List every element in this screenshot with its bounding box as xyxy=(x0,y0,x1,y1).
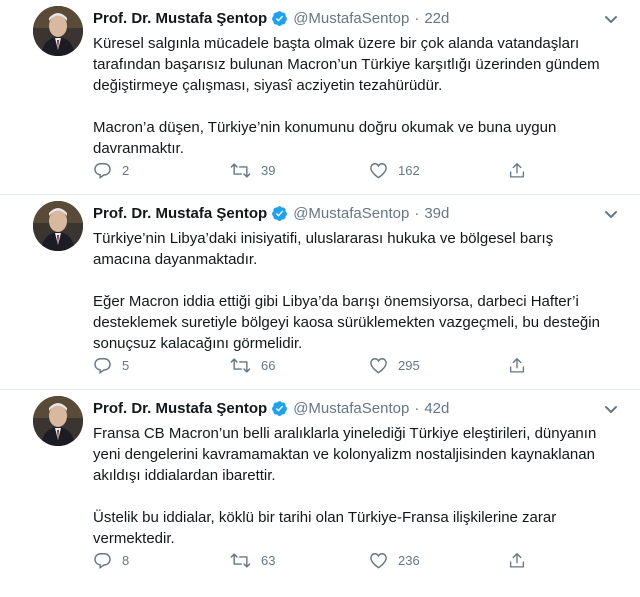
verified-badge-icon xyxy=(271,205,288,222)
verified-badge-icon xyxy=(271,10,288,27)
like-count: 295 xyxy=(398,357,420,373)
share-button[interactable] xyxy=(508,550,526,570)
retweet-icon xyxy=(230,356,251,375)
reply-icon xyxy=(93,356,112,375)
author-name[interactable]: Prof. Dr. Mustafa Şentop xyxy=(93,205,267,222)
reply-icon xyxy=(93,161,112,180)
separator-dot: · xyxy=(414,204,420,222)
like-count: 162 xyxy=(398,162,420,178)
verified-badge-icon xyxy=(271,400,288,417)
reply-count: 5 xyxy=(122,357,130,373)
tweet-text: Türkiye’nin Libya’daki inisiyatifi, ulus… xyxy=(93,228,613,354)
chevron-down-icon[interactable] xyxy=(604,12,618,23)
author-name[interactable]: Prof. Dr. Mustafa Şentop xyxy=(93,10,267,27)
like-button[interactable]: 236 xyxy=(369,550,420,570)
chevron-down-icon[interactable] xyxy=(604,402,618,413)
tweet[interactable]: Prof. Dr. Mustafa Şentop @MustafaSentop … xyxy=(0,390,640,585)
like-button[interactable]: 295 xyxy=(369,355,420,375)
tweet-paragraph: Küresel salgınla mücadele başta olmak üz… xyxy=(93,35,600,94)
tweet-paragraph: Türkiye’nin Libya’daki inisiyatifi, ulus… xyxy=(93,230,554,268)
retweet-button[interactable]: 66 xyxy=(230,355,275,375)
tweet-timestamp[interactable]: 39d xyxy=(424,205,449,222)
tweet-header: Prof. Dr. Mustafa Şentop @MustafaSentop … xyxy=(93,398,610,418)
tweet-actions: 8 63 236 xyxy=(93,550,543,570)
reply-count: 8 xyxy=(122,552,130,568)
reply-count: 2 xyxy=(122,162,130,178)
tweet-header: Prof. Dr. Mustafa Şentop @MustafaSentop … xyxy=(93,8,610,28)
tweet-timestamp[interactable]: 42d xyxy=(424,400,449,417)
heart-icon xyxy=(369,551,388,570)
reply-button[interactable]: 5 xyxy=(93,355,129,375)
tweet[interactable]: Prof. Dr. Mustafa Şentop @MustafaSentop … xyxy=(0,0,640,195)
reply-button[interactable]: 8 xyxy=(93,550,129,570)
separator-dot: · xyxy=(414,399,420,417)
heart-icon xyxy=(369,161,388,180)
like-button[interactable]: 162 xyxy=(369,160,420,180)
tweet-text: Fransa CB Macron’un belli aralıklarla yi… xyxy=(93,423,613,549)
reply-button[interactable]: 2 xyxy=(93,160,129,180)
share-icon xyxy=(508,356,526,375)
share-icon xyxy=(508,551,526,570)
tweet-actions: 5 66 295 xyxy=(93,355,543,375)
like-count: 236 xyxy=(398,552,420,568)
tweet-paragraph: Üstelik bu iddialar, köklü bir tarihi ol… xyxy=(93,509,557,547)
share-icon xyxy=(508,161,526,180)
retweet-button[interactable]: 39 xyxy=(230,160,275,180)
retweet-count: 39 xyxy=(261,162,276,178)
chevron-down-icon[interactable] xyxy=(604,207,618,218)
heart-icon xyxy=(369,356,388,375)
retweet-count: 66 xyxy=(261,357,276,373)
share-button[interactable] xyxy=(508,355,526,375)
share-button[interactable] xyxy=(508,160,526,180)
author-handle[interactable]: @MustafaSentop xyxy=(293,205,409,222)
tweet-actions: 2 39 162 xyxy=(93,160,543,180)
retweet-button[interactable]: 63 xyxy=(230,550,275,570)
tweet-text: Küresel salgınla mücadele başta olmak üz… xyxy=(93,33,613,159)
retweet-icon xyxy=(230,551,251,570)
author-name[interactable]: Prof. Dr. Mustafa Şentop xyxy=(93,400,267,417)
avatar[interactable] xyxy=(33,201,83,251)
author-handle[interactable]: @MustafaSentop xyxy=(293,10,409,27)
reply-icon xyxy=(93,551,112,570)
tweet-header: Prof. Dr. Mustafa Şentop @MustafaSentop … xyxy=(93,203,610,223)
author-handle[interactable]: @MustafaSentop xyxy=(293,400,409,417)
retweet-icon xyxy=(230,161,251,180)
avatar[interactable] xyxy=(33,396,83,446)
tweet-paragraph: Macron’a düşen, Türkiye’nin konumunu doğ… xyxy=(93,119,557,157)
avatar[interactable] xyxy=(33,6,83,56)
tweet[interactable]: Prof. Dr. Mustafa Şentop @MustafaSentop … xyxy=(0,195,640,390)
tweet-paragraph: Eğer Macron iddia ettiği gibi Libya’da b… xyxy=(93,293,600,352)
tweet-timestamp[interactable]: 22d xyxy=(424,10,449,27)
retweet-count: 63 xyxy=(261,552,276,568)
tweet-paragraph: Fransa CB Macron’un belli aralıklarla yi… xyxy=(93,425,597,484)
separator-dot: · xyxy=(414,9,420,27)
tweet-feed: Prof. Dr. Mustafa Şentop @MustafaSentop … xyxy=(0,0,640,597)
